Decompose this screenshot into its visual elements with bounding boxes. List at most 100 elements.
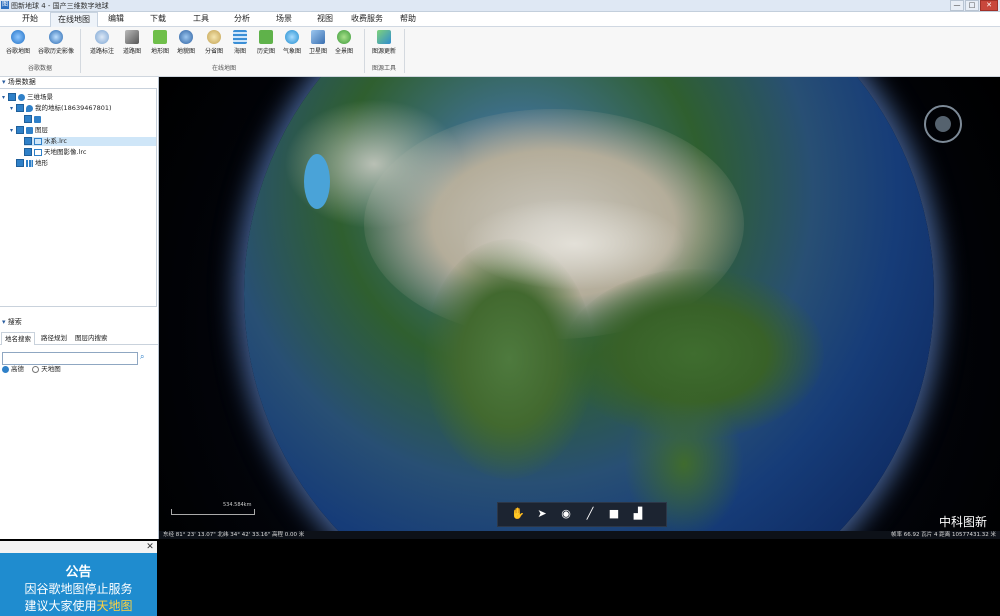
checkbox[interactable] [24,115,32,123]
checkbox[interactable] [16,159,24,167]
tab-place-search[interactable]: 地名搜索 [1,332,35,345]
notice-highlight: 天地图 [96,599,133,613]
layers-icon [26,126,33,134]
google-history-button[interactable]: 谷歌历史影像 [38,29,74,59]
landform-map-button[interactable]: 地貌图 [172,29,200,59]
tree-node-terrain[interactable]: 地形 [16,159,48,168]
tab-start[interactable]: 开始 [16,12,44,26]
tree-node-3d-scene[interactable]: ▾ 三维场景 [2,93,53,102]
placemark-icon [26,104,33,112]
hand-icon[interactable]: ✋ [510,506,526,522]
tab-view[interactable]: 视图 [313,12,337,26]
notice-line-2-text: 建议大家使用 [24,599,97,613]
province-map-label: 分省图 [204,48,223,55]
monitor-icon [34,137,42,145]
tab-scene[interactable]: 场景 [272,12,296,26]
tab-download[interactable]: 下载 [146,12,170,26]
polygon-icon[interactable]: ■ [606,506,622,522]
sea-map-label: 海图 [233,48,246,55]
notice-close-icon[interactable]: ✕ [145,542,155,552]
source-update-label: 图源更新 [371,48,396,55]
group-source-tools: 图源工具 [371,65,396,72]
render-stats: 帧率 66.92 瓦片 4 距离 10577431.32 米 [891,532,996,538]
search-icon[interactable]: ⌕ [140,352,150,362]
radio-unselected[interactable] [32,365,40,373]
tab-help[interactable]: 帮助 [396,12,420,26]
google-map-button[interactable]: 谷歌地图 [2,29,34,59]
road-icon [125,30,139,44]
tab-online-map[interactable]: 在线地图 [50,12,98,27]
tab-tools[interactable]: 工具 [189,12,213,26]
weather-map-button[interactable]: 气象图 [278,29,306,59]
panorama-map-label: 全景图 [334,48,353,55]
chart-icon[interactable]: ▟ [630,506,646,522]
panorama-map-button[interactable]: 全景图 [330,29,358,59]
option-label: 高德 [11,365,24,373]
province-icon [207,30,221,44]
group-separator [364,29,365,73]
placemark-icon[interactable]: ◉ [558,506,574,522]
watermark-logo: 中科图新 [939,515,988,529]
search-title: 搜索 [7,318,22,326]
google-map-label: 谷歌地图 [5,48,30,55]
tree-node-my-placemarks[interactable]: ▾ 我的地标(18639467801) [10,104,112,113]
tab-layer-search[interactable]: 图层内搜索 [72,332,111,344]
scene-data-header[interactable]: ▾ 场景数据 [0,77,158,87]
status-bar: 东经 81° 23' 13.07" 北纬 34° 42' 33.16" 高程 0… [159,531,1000,539]
group-separator [80,29,81,73]
road-map-button[interactable]: 道路图 [118,29,146,59]
line-icon[interactable]: ╱ [582,506,598,522]
tree-node-label: 我的地标(18639467801) [35,104,112,112]
landform-icon [179,30,193,44]
close-button[interactable]: ✕ [980,0,998,11]
search-header[interactable]: ▾ 搜索 [0,317,160,327]
satellite-map-button[interactable]: 卫星图 [304,29,332,59]
panorama-globe-icon [337,30,351,44]
search-source-options: 高德 天地图 [2,364,61,374]
source-update-button[interactable]: 图源更新 [368,29,400,59]
checkbox[interactable] [24,137,32,145]
option-tianditu[interactable]: 天地图 [32,365,61,373]
province-map-button[interactable]: 分省图 [200,29,228,59]
checkbox[interactable] [24,148,32,156]
scale-label: 534.584km [223,502,252,508]
tab-edit[interactable]: 编辑 [104,12,128,26]
map-view[interactable]: 534.584km ✋ ➤ ◉ ╱ ■ ▟ 中科图新 [159,77,1000,539]
tab-route-planning[interactable]: 路径规划 [38,332,70,344]
checkbox[interactable] [16,126,24,134]
checkbox[interactable] [8,93,16,101]
tibetan-plateau [464,199,684,289]
terrain-icon [153,30,167,44]
tree-node-label: 地形 [35,159,48,167]
pointer-icon[interactable]: ➤ [534,506,550,522]
terrain-map-button[interactable]: 地形图 [146,29,174,59]
notice-line-1: 因谷歌地图停止服务 [24,582,133,596]
checkbox[interactable] [16,104,24,112]
minimize-button[interactable]: — [950,0,964,11]
tab-analysis[interactable]: 分析 [230,12,254,26]
tree-node-tianditu-imagery[interactable]: 天地图影像.lrc [24,148,86,157]
tab-paid-service[interactable]: 收费服务 [348,12,386,26]
tree-node-folder[interactable] [24,115,43,124]
terrain-map-label: 地形图 [150,48,169,55]
tree-node-layers[interactable]: ▾ 图层 [10,126,48,135]
scene-data-title: 场景数据 [7,78,36,86]
satellite-icon [311,30,325,44]
earth-globe[interactable] [244,77,934,539]
radio-selected[interactable] [2,365,9,373]
navigation-compass[interactable] [924,105,962,143]
app-logo-icon: 图 [1,1,9,9]
search-tabs: 地名搜索 路径规划 图层内搜索 [0,332,158,345]
map-toolbar: ✋ ➤ ◉ ╱ ■ ▟ [497,502,667,527]
history-map-button[interactable]: 历史图 [252,29,280,59]
sea-map-button[interactable]: 海图 [226,29,254,59]
pan-control-icon[interactable] [935,116,951,132]
option-amap[interactable]: 高德 [2,365,24,373]
road-label-button[interactable]: 道路标注 [86,29,118,59]
maximize-button[interactable]: □ [965,0,979,11]
folder-icon [34,115,41,123]
notice-banner[interactable]: 公告 因谷歌地图停止服务 建议大家使用天地图 [0,553,157,616]
weather-map-label: 气象图 [282,48,301,55]
globe-icon [11,30,25,44]
tree-node-water[interactable]: 水系.lrc [24,137,156,146]
